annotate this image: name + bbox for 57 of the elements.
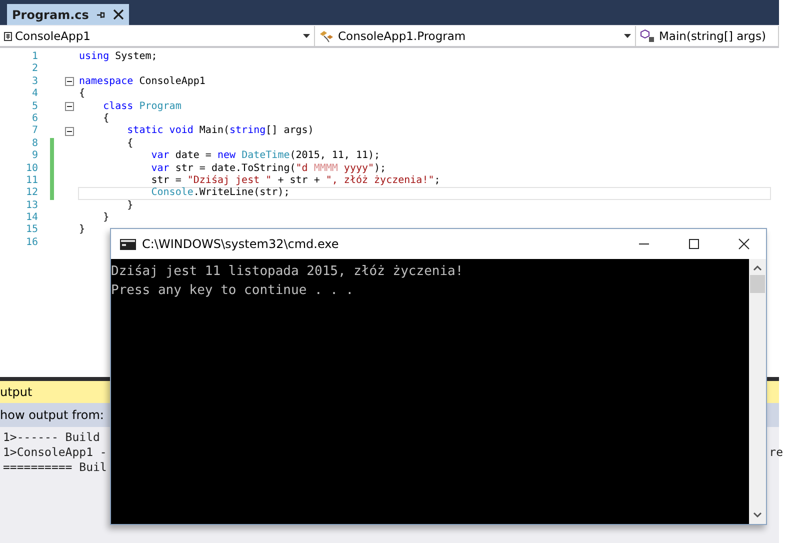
- line-number: 4: [30, 88, 38, 101]
- method-icon: [640, 29, 656, 43]
- line-number: 8: [30, 138, 38, 150]
- code-line: using System;: [79, 51, 158, 64]
- line-number: 12: [24, 187, 38, 200]
- code-line: var str = date.ToString("d MMMM yyyy");: [150, 162, 386, 175]
- code-line: }: [102, 212, 110, 224]
- pin-icon[interactable]: [96, 10, 106, 20]
- scroll-down-icon[interactable]: [753, 512, 762, 518]
- panel-title: utput: [0, 385, 32, 399]
- line-number: 7: [30, 125, 38, 138]
- source-label: how output from:: [0, 408, 104, 422]
- collapse-icon[interactable]: [65, 127, 74, 136]
- output-line: 1>ConsoleApp1 -: [3, 445, 107, 460]
- console-line: Press any key to continue . . .: [111, 282, 355, 300]
- output-line: ========== Buil: [3, 460, 107, 475]
- output-line: 1>------ Build: [3, 430, 100, 445]
- collapse-icon[interactable]: [65, 77, 74, 86]
- editor-tab[interactable]: Program.cs: [7, 4, 129, 25]
- console-icon: [120, 238, 136, 250]
- code-line: static void Main(string[] args): [126, 125, 314, 138]
- code-line: {: [126, 138, 134, 150]
- code-line: }: [79, 224, 86, 237]
- window-title: C:\WINDOWS\system32\cmd.exe: [142, 237, 340, 251]
- line-number: 16: [24, 236, 38, 250]
- close-icon[interactable]: [112, 9, 124, 20]
- code-line: Console.WriteLine(str);: [150, 187, 290, 200]
- line-number: 3: [30, 76, 38, 88]
- code-line: {: [79, 88, 86, 101]
- line-number: 1: [30, 51, 38, 64]
- dropdown-arrow-icon[interactable]: [303, 34, 310, 38]
- line-number: 15: [24, 224, 38, 237]
- dropdown-arrow-icon[interactable]: [624, 34, 631, 38]
- close-icon[interactable]: [738, 238, 750, 250]
- line-number: 11: [24, 174, 38, 188]
- line-number: 14: [24, 212, 38, 224]
- scroll-up-icon[interactable]: [753, 265, 762, 271]
- collapse-icon[interactable]: [65, 102, 74, 112]
- output-line: re: [769, 445, 783, 460]
- class-icon: [319, 30, 335, 42]
- scroll-thumb[interactable]: [750, 275, 765, 293]
- line-number: 10: [24, 162, 38, 175]
- line-number: 13: [24, 200, 38, 212]
- maximize-icon[interactable]: [688, 238, 700, 250]
- code-line: {: [102, 112, 110, 126]
- scrollbar[interactable]: [749, 259, 766, 524]
- console-line: Dziśaj jest 11 listopada 2015, złóż życzenia!: [111, 263, 464, 281]
- code-line: }: [126, 200, 134, 212]
- line-number: 9: [30, 150, 38, 163]
- code-line: str = "Dziśaj jest " + str + ", złóż życzenia!";: [150, 174, 440, 187]
- project-icon: [4, 32, 12, 40]
- line-number: 5: [30, 100, 38, 113]
- code-line: class Program: [102, 100, 182, 113]
- code-line: var date = new DateTime(2015, 11, 11);: [150, 150, 380, 163]
- line-number: 6: [30, 112, 38, 126]
- line-number: 2: [30, 63, 38, 76]
- code-line: namespace ConsoleApp1: [79, 76, 206, 88]
